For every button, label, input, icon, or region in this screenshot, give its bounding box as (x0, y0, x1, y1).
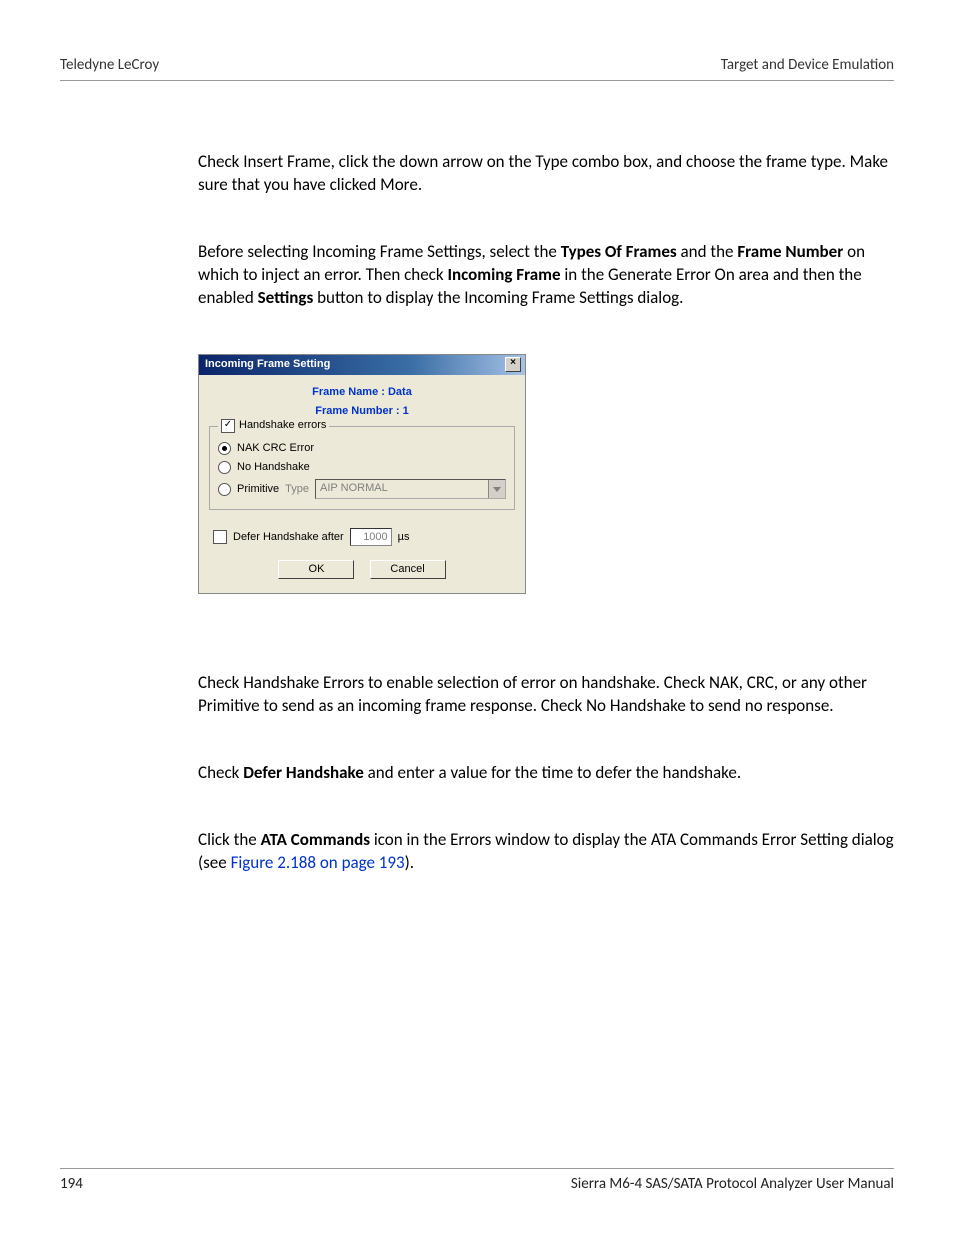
primitive-label: Primitive (237, 482, 279, 497)
paragraph-defer-handshake: Check Defer Handshake and enter a value … (198, 762, 894, 785)
ok-button[interactable]: OK (278, 560, 354, 579)
primitive-type-combo[interactable]: AIP NORMAL (315, 479, 506, 499)
defer-unit-label: µs (398, 530, 410, 545)
header-left: Teledyne LeCroy (60, 56, 159, 74)
incoming-frame-setting-dialog: Incoming Frame Setting × Frame Name : Da… (198, 354, 526, 594)
handshake-errors-checkbox[interactable]: ✓ (221, 419, 235, 433)
dialog-titlebar[interactable]: Incoming Frame Setting × (199, 355, 525, 375)
page-number: 194 (60, 1175, 83, 1193)
paragraph-before-selecting: Before selecting Incoming Frame Settings… (198, 241, 894, 310)
body-content: Check Insert Frame, click the down arrow… (198, 151, 894, 875)
paragraph-handshake-errors: Check Handshake Errors to enable selecti… (198, 672, 894, 718)
handshake-errors-group: ✓ Handshake errors NAK CRC Error No Hand… (209, 426, 515, 510)
manual-title: Sierra M6-4 SAS/SATA Protocol Analyzer U… (571, 1175, 894, 1193)
frame-number-label: Frame Number : 1 (209, 404, 515, 419)
page-footer: 194 Sierra M6-4 SAS/SATA Protocol Analyz… (60, 1168, 894, 1193)
defer-value-input[interactable]: 1000 (350, 528, 392, 546)
defer-handshake-label: Defer Handshake after (233, 530, 344, 545)
header-right: Target and Device Emulation (721, 56, 894, 74)
nak-crc-error-label: NAK CRC Error (237, 441, 314, 456)
dialog-title-text: Incoming Frame Setting (205, 357, 330, 372)
close-button[interactable]: × (505, 357, 521, 372)
defer-handshake-checkbox[interactable] (213, 530, 227, 544)
handshake-errors-label: Handshake errors (239, 418, 326, 433)
chevron-down-icon[interactable] (488, 480, 505, 498)
page-header: Teledyne LeCroy Target and Device Emulat… (60, 56, 894, 81)
cancel-button[interactable]: Cancel (370, 560, 446, 579)
paragraph-insert-frame: Check Insert Frame, click the down arrow… (198, 151, 894, 197)
figure-cross-reference-link[interactable]: Figure 2.188 on page 193 (231, 852, 405, 873)
no-handshake-radio[interactable] (218, 461, 231, 474)
primitive-radio[interactable] (218, 483, 231, 496)
nak-crc-error-radio[interactable] (218, 442, 231, 455)
paragraph-ata-commands: Click the ATA Commands icon in the Error… (198, 829, 894, 875)
frame-name-label: Frame Name : Data (209, 385, 515, 400)
primitive-type-value: AIP NORMAL (316, 480, 488, 498)
no-handshake-label: No Handshake (237, 460, 310, 475)
primitive-type-label: Type (285, 482, 309, 497)
incoming-frame-setting-figure: Incoming Frame Setting × Frame Name : Da… (198, 354, 894, 594)
